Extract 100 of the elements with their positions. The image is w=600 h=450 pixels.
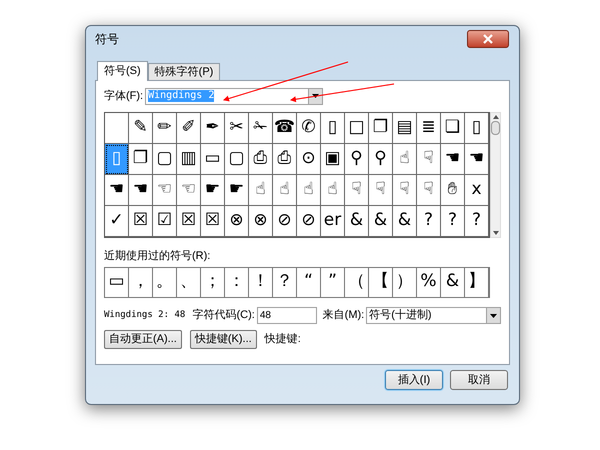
symbol-cell[interactable]: ⊙ (297, 144, 321, 175)
symbol-cell[interactable]: & (345, 206, 369, 237)
symbol-cell[interactable]: ； (201, 268, 225, 296)
symbol-cell[interactable]: ☚ (441, 144, 465, 175)
symbol-cell[interactable]: ☟ (417, 175, 441, 206)
symbol-cell[interactable]: ” (321, 268, 345, 296)
character-info: Wingdings 2: 48 (104, 308, 186, 322)
from-dropdown[interactable]: 符号(十进制) (366, 307, 502, 324)
symbol-cell[interactable]: ☎ (273, 113, 297, 144)
dropdown-value: Wingdings 2 (148, 90, 214, 102)
symbol-cell[interactable]: ⎙ (249, 144, 273, 175)
symbol-cell[interactable]: ☝ (321, 175, 345, 206)
symbol-cell[interactable]: ☒ (177, 206, 201, 237)
dialog-button[interactable]: 插入(I) (385, 370, 443, 390)
symbol-cell[interactable]: ☚ (105, 175, 129, 206)
symbol-cell[interactable]: ☛ (201, 175, 225, 206)
symbol-cell[interactable]: ☚ (465, 144, 489, 175)
symbol-cell[interactable]: ▢ (225, 144, 249, 175)
symbol-cell[interactable]: ⚲ (345, 144, 369, 175)
symbol-cell[interactable]: ⊗ (249, 206, 273, 237)
symbol-cell[interactable]: ❏ (441, 113, 465, 144)
symbol-cell[interactable]: ✎ (129, 113, 153, 144)
symbol-cell[interactable]: ❐ (129, 144, 153, 175)
symbol-cell[interactable]: ☟ (417, 144, 441, 175)
down-arrow-icon[interactable] (492, 231, 498, 235)
dialog-button[interactable]: 取消 (450, 370, 508, 390)
symbol-cell[interactable]: ： (225, 268, 249, 296)
symbol-cell[interactable]: ? (417, 206, 441, 237)
symbol-cell[interactable]: ☛ (225, 175, 249, 206)
symbol-cell[interactable]: ⊘ (297, 206, 321, 237)
symbol-cell[interactable]: ！ (249, 268, 273, 296)
symbol-cell[interactable]: □ (345, 113, 369, 144)
symbol-cell[interactable]: ▯ (465, 113, 489, 144)
symbol-cell[interactable]: & (441, 268, 465, 296)
symbol-cell[interactable]: ☒ (129, 206, 153, 237)
field-label: 字体(F): (104, 88, 144, 104)
symbol-cell[interactable]: ☝ (273, 175, 297, 206)
symbol-cell[interactable]: ⊗ (225, 206, 249, 237)
dropdown-value: 符号(十进制) (369, 308, 432, 324)
section-label: 近期使用过的符号(R): (104, 249, 212, 264)
symbol-cell[interactable]: ⎙ (273, 144, 297, 175)
up-arrow-icon[interactable] (492, 115, 498, 119)
dialog-button[interactable]: 快捷键(K)... (190, 330, 257, 348)
shortcut-label: 快捷键: (264, 332, 301, 347)
symbol-cell[interactable]: ? (441, 206, 465, 237)
symbol-cell[interactable]: 。 (153, 268, 177, 296)
symbol-cell[interactable]: “ (297, 268, 321, 296)
symbol-cell[interactable]: ☚ (129, 175, 153, 206)
symbol-cell[interactable]: ✁ (249, 113, 273, 144)
symbol-cell[interactable]: 、 (177, 268, 201, 296)
symbol-cell[interactable]: ▤ (393, 113, 417, 144)
field-label: 来自(M): (322, 308, 364, 324)
symbol-cell[interactable]: ⚲ (369, 144, 393, 175)
symbol-cell[interactable]: ✆ (297, 113, 321, 144)
symbol-cell[interactable]: ❐ (369, 113, 393, 144)
symbol-cell[interactable]: ✋ (441, 175, 465, 206)
symbol-cell[interactable]: ✏ (153, 113, 177, 144)
symbol-cell[interactable]: ☑ (153, 206, 177, 237)
symbol-cell[interactable]: ☟ (369, 175, 393, 206)
symbol-cell[interactable]: （ (345, 268, 369, 296)
scrollbar-thumb[interactable] (491, 121, 500, 135)
symbol-cell[interactable]: ▢ (153, 144, 177, 175)
dialog-button[interactable]: 自动更正(A)... (104, 330, 182, 348)
symbol-cell[interactable]: ☒ (201, 206, 225, 237)
symbol-cell[interactable]: er (321, 206, 345, 237)
symbol-cell[interactable]: & (369, 206, 393, 237)
symbol-cell[interactable]: 【 (369, 268, 393, 296)
symbol-cell[interactable]: 】 (465, 268, 489, 296)
symbol-cell[interactable]: & (393, 206, 417, 237)
symbol-cell[interactable]: ） (393, 268, 417, 296)
symbol-cell[interactable]: ▣ (321, 144, 345, 175)
symbol-cell[interactable]: ☜ (153, 175, 177, 206)
symbol-cell[interactable]: x (465, 175, 489, 206)
symbol-cell[interactable]: ☟ (393, 175, 417, 206)
close-button[interactable] (467, 30, 509, 48)
symbol-cell[interactable]: ☝ (249, 175, 273, 206)
symbol-cell[interactable]: ▥ (177, 144, 201, 175)
tab[interactable]: 特殊字符(P) (148, 63, 220, 80)
symbol-cell[interactable]: ✒ (201, 113, 225, 144)
symbol-cell[interactable]: ☝ (297, 175, 321, 206)
char-code-field[interactable]: 48 (256, 307, 317, 324)
symbol-cell[interactable]: ？ (273, 268, 297, 296)
symbol-cell[interactable]: ✐ (177, 113, 201, 144)
symbol-cell[interactable]: ? (465, 206, 489, 237)
symbol-cell[interactable]: ▭ (105, 268, 129, 296)
window-title: 符号 (95, 31, 119, 48)
symbol-cell[interactable]: ▯ (321, 113, 345, 144)
scrollbar[interactable] (490, 112, 501, 238)
symbol-cell[interactable]: ☜ (177, 175, 201, 206)
close-icon (483, 34, 493, 44)
symbol-cell[interactable]: ≣ (417, 113, 441, 144)
symbol-cell[interactable]: ▭ (201, 144, 225, 175)
tab[interactable]: 符号(S) (97, 61, 148, 81)
symbol-cell[interactable]: ✂ (225, 113, 249, 144)
symbol-cell[interactable]: ， (129, 268, 153, 296)
symbol-cell[interactable]: ✓ (105, 206, 129, 237)
symbol-cell[interactable]: ☝ (393, 144, 417, 175)
symbol-cell[interactable]: % (417, 268, 441, 296)
symbol-cell[interactable]: ☟ (345, 175, 369, 206)
symbol-cell[interactable]: ⊘ (273, 206, 297, 237)
